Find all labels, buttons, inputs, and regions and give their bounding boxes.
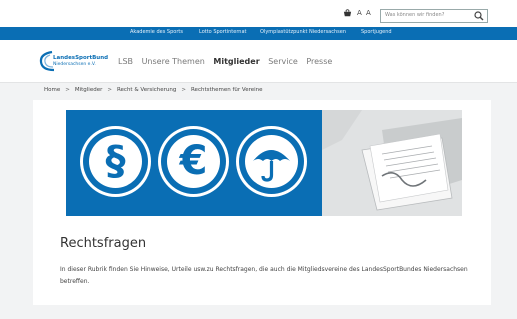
- nav-item-unsere-themen[interactable]: Unsere Themen: [142, 57, 205, 66]
- umbrella-icon: [236, 126, 307, 197]
- breadcrumb-mitglieder[interactable]: Mitglieder: [75, 87, 103, 93]
- documents-photo: [322, 110, 462, 216]
- font-size-toggle[interactable]: A A: [357, 9, 372, 17]
- search-icon[interactable]: [474, 11, 484, 21]
- page-description: In dieser Rubrik finden Sie Hinweise, Ur…: [60, 266, 468, 285]
- top-nav: Akademie des Sports Lotto Sportinternat …: [0, 27, 517, 40]
- topnav-item-sportjugend[interactable]: Sportjugend: [361, 29, 392, 35]
- topnav-item-olympia[interactable]: Olympiastützpunkt Niedersachsen: [260, 29, 346, 35]
- search-input[interactable]: Was können wir finden?: [380, 9, 488, 23]
- site-header: LandesSportBund Niedersachsen e.V. LSB U…: [0, 40, 517, 82]
- page-title: Rechtsfragen: [60, 236, 147, 251]
- header-divider: [0, 82, 517, 83]
- hero-banner: § €: [66, 110, 462, 216]
- cart-icon[interactable]: [343, 9, 352, 18]
- logo-text-line1: LandesSportBund: [53, 55, 109, 61]
- breadcrumb-separator: >: [107, 87, 112, 93]
- breadcrumb-current: Rechtsthemen für Vereine: [190, 87, 263, 93]
- logo-text-line2: Niedersachsen e.V.: [53, 62, 96, 67]
- search-placeholder: Was können wir finden?: [385, 12, 445, 18]
- breadcrumb-separator: >: [65, 87, 70, 93]
- breadcrumb-recht[interactable]: Recht & Versicherung: [117, 87, 176, 93]
- main-nav: LSB Unsere Themen Mitglieder Service Pre…: [118, 57, 338, 66]
- site-logo[interactable]: LandesSportBund Niedersachsen e.V.: [38, 48, 110, 74]
- nav-item-service[interactable]: Service: [268, 57, 298, 66]
- hero-blue-panel: § €: [66, 110, 322, 216]
- utility-bar: A A Was können wir finden?: [0, 0, 517, 27]
- topnav-item-akademie[interactable]: Akademie des Sports: [130, 29, 183, 35]
- breadcrumb: Home > Mitglieder > Recht & Versicherung > Rec…: [44, 87, 263, 93]
- logo-swoosh-icon: [39, 50, 55, 72]
- topnav-item-lotto[interactable]: Lotto Sportinternat: [199, 29, 247, 35]
- breadcrumb-home[interactable]: Home: [44, 87, 60, 93]
- nav-item-presse[interactable]: Presse: [306, 57, 332, 66]
- paragraph-icon: §: [80, 126, 151, 197]
- nav-item-lsb[interactable]: LSB: [118, 57, 133, 66]
- euro-icon: €: [158, 126, 229, 197]
- nav-item-mitglieder[interactable]: Mitglieder: [213, 57, 259, 66]
- breadcrumb-separator: >: [181, 87, 186, 93]
